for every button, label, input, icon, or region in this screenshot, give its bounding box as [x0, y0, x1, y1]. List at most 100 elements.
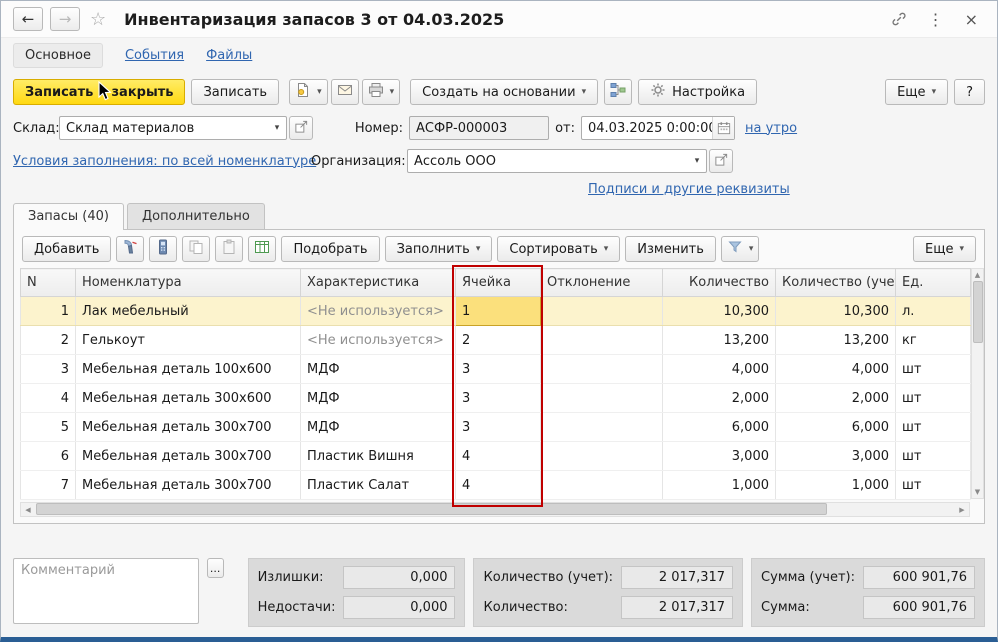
cell-nomenclature[interactable]: Гелькоут: [76, 326, 301, 355]
cell-deviation[interactable]: [541, 326, 663, 355]
cell-quantity-acc[interactable]: 4,000: [776, 355, 896, 384]
chevron-down-icon[interactable]: ▾: [688, 150, 706, 172]
back-button[interactable]: ←: [13, 7, 43, 31]
cell-deviation[interactable]: [541, 413, 663, 442]
cell-quantity[interactable]: 2,000: [663, 384, 776, 413]
data-terminal-button[interactable]: [149, 236, 177, 262]
filter-button[interactable]: ▾: [721, 236, 760, 262]
column-header-nomenclature[interactable]: Номенклатура: [76, 269, 301, 297]
table-row[interactable]: 6 Мебельная деталь 300х700 Пластик Вишня…: [21, 442, 971, 471]
cell-bin[interactable]: 3: [456, 384, 541, 413]
comment-expand-button[interactable]: ...: [207, 558, 224, 578]
cell-deviation[interactable]: [541, 384, 663, 413]
cell-characteristic[interactable]: МДФ: [301, 384, 456, 413]
cell-quantity[interactable]: 1,000: [663, 471, 776, 500]
cell-bin[interactable]: 4: [456, 471, 541, 500]
column-header-characteristic[interactable]: Характеристика: [301, 269, 456, 297]
warehouse-open-button[interactable]: [289, 116, 313, 140]
close-icon[interactable]: ×: [958, 10, 985, 29]
cell-bin[interactable]: 3: [456, 355, 541, 384]
cell-n[interactable]: 2: [21, 326, 76, 355]
save-and-close-button[interactable]: Записать и закрыть: [13, 79, 185, 105]
column-header-n[interactable]: N: [21, 269, 76, 297]
horizontal-scroll-thumb[interactable]: [36, 503, 827, 515]
cell-bin[interactable]: 2: [456, 326, 541, 355]
cell-characteristic[interactable]: Пластик Вишня: [301, 442, 456, 471]
calendar-icon[interactable]: [712, 117, 734, 139]
horizontal-scroll-track[interactable]: [35, 503, 955, 516]
files-button[interactable]: ▾: [289, 79, 328, 105]
cell-bin[interactable]: 4: [456, 442, 541, 471]
cell-quantity[interactable]: 13,200: [663, 326, 776, 355]
cell-nomenclature[interactable]: Мебельная деталь 100х600: [76, 355, 301, 384]
cell-quantity-acc[interactable]: 3,000: [776, 442, 896, 471]
cell-quantity[interactable]: 3,000: [663, 442, 776, 471]
on-morning-link[interactable]: на утро: [745, 121, 797, 136]
create-based-on-button[interactable]: Создать на основании ▾: [410, 79, 598, 105]
cell-unit[interactable]: л.: [896, 297, 971, 326]
scroll-down-icon[interactable]: ▼: [975, 486, 980, 498]
tab-inventory[interactable]: Запасы (40): [13, 203, 124, 230]
cell-quantity-acc[interactable]: 2,000: [776, 384, 896, 413]
chevron-down-icon[interactable]: ▾: [268, 117, 286, 139]
cell-deviation[interactable]: [541, 355, 663, 384]
cell-quantity[interactable]: 6,000: [663, 413, 776, 442]
comment-input[interactable]: [13, 558, 199, 624]
cell-quantity-acc[interactable]: 1,000: [776, 471, 896, 500]
cell-unit[interactable]: кг: [896, 326, 971, 355]
more-menu-icon[interactable]: ⋮: [921, 10, 951, 29]
column-header-deviation[interactable]: Отклонение: [541, 269, 663, 297]
organization-field[interactable]: Ассоль ООО ▾: [407, 149, 707, 173]
forward-button[interactable]: →: [50, 7, 80, 31]
cell-unit[interactable]: шт: [896, 413, 971, 442]
tab-additional[interactable]: Дополнительно: [127, 203, 265, 229]
cell-n[interactable]: 5: [21, 413, 76, 442]
output-list-button[interactable]: [248, 236, 276, 262]
cell-bin[interactable]: 3: [456, 413, 541, 442]
cell-quantity[interactable]: 10,300: [663, 297, 776, 326]
edit-button[interactable]: Изменить: [625, 236, 716, 262]
nav-tab-events[interactable]: События: [125, 48, 184, 63]
cell-bin[interactable]: 1: [456, 297, 541, 326]
cell-unit[interactable]: шт: [896, 471, 971, 500]
cell-n[interactable]: 3: [21, 355, 76, 384]
table-row[interactable]: 2 Гелькоут <Не используется> 2 13,200 13…: [21, 326, 971, 355]
table-row[interactable]: 3 Мебельная деталь 100х600 МДФ 3 4,000 4…: [21, 355, 971, 384]
vertical-scroll-thumb[interactable]: [973, 281, 983, 343]
sort-button[interactable]: Сортировать ▾: [497, 236, 620, 262]
more-button[interactable]: Еще ▾: [885, 79, 948, 105]
column-header-quantity[interactable]: Количество: [663, 269, 776, 297]
cell-n[interactable]: 1: [21, 297, 76, 326]
column-header-unit[interactable]: Ед.: [896, 269, 971, 297]
grid-more-button[interactable]: Еще ▾: [913, 236, 976, 262]
print-button[interactable]: ▾: [362, 79, 401, 105]
cell-n[interactable]: 7: [21, 471, 76, 500]
cell-nomenclature[interactable]: Лак мебельный: [76, 297, 301, 326]
column-header-quantity-acc[interactable]: Количество (учет): [776, 269, 896, 297]
vertical-scrollbar[interactable]: ▲ ▼: [971, 268, 984, 499]
cell-nomenclature[interactable]: Мебельная деталь 300х700: [76, 471, 301, 500]
cell-unit[interactable]: шт: [896, 355, 971, 384]
related-documents-button[interactable]: [604, 79, 632, 105]
paste-row-button[interactable]: [215, 236, 243, 262]
cell-characteristic[interactable]: <Не используется>: [301, 326, 456, 355]
cell-deviation[interactable]: [541, 471, 663, 500]
cell-deviation[interactable]: [541, 297, 663, 326]
pick-items-button[interactable]: Подобрать: [281, 236, 379, 262]
cell-deviation[interactable]: [541, 442, 663, 471]
nav-tab-main[interactable]: Основное: [13, 43, 103, 68]
send-email-button[interactable]: [331, 79, 359, 105]
cell-quantity[interactable]: 4,000: [663, 355, 776, 384]
cell-unit[interactable]: шт: [896, 384, 971, 413]
date-field[interactable]: 04.03.2025 0:00:00: [581, 116, 735, 140]
table-row[interactable]: 4 Мебельная деталь 300х600 МДФ 3 2,000 2…: [21, 384, 971, 413]
cell-characteristic[interactable]: <Не используется>: [301, 297, 456, 326]
cell-quantity-acc[interactable]: 10,300: [776, 297, 896, 326]
table-row[interactable]: 7 Мебельная деталь 300х700 Пластик Салат…: [21, 471, 971, 500]
scroll-right-icon[interactable]: ▶: [955, 504, 969, 516]
help-button[interactable]: ?: [954, 79, 985, 105]
fill-conditions-link[interactable]: Условия заполнения: по всей номенклатуре: [13, 154, 316, 169]
organization-open-button[interactable]: [709, 149, 733, 173]
table-row[interactable]: 1 Лак мебельный <Не используется> 1 10,3…: [21, 297, 971, 326]
table-row[interactable]: 5 Мебельная деталь 300х700 МДФ 3 6,000 6…: [21, 413, 971, 442]
